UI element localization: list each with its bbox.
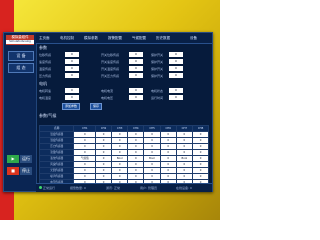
status-devices: 在线设备: 0 — [176, 186, 192, 190]
stop-button[interactable]: ■ — [7, 167, 19, 175]
tab-alarm[interactable]: 报警配置 — [108, 35, 122, 42]
add-param-button[interactable]: 添加参数 — [62, 103, 81, 110]
stop-label: 停止 — [20, 167, 32, 175]
param-value[interactable]: 0 — [129, 59, 143, 64]
motor-label: 电机温度 — [39, 96, 52, 100]
param-value[interactable]: 0 — [129, 52, 143, 57]
param-label: 速度传感 — [39, 60, 52, 64]
param-label: 保护开关 — [151, 67, 164, 71]
param-value[interactable]: 0 — [169, 66, 183, 71]
param-value[interactable]: 0 — [169, 73, 183, 78]
param-row: 温度传感 0 开关温度传感 0 保护开关 0 — [39, 66, 209, 72]
sensor-table: 名称 CH1 CH2 CH3 CH4 CH5 CH6 CH7 CH8 温度传感器… — [38, 125, 209, 186]
run-button[interactable]: ▶ — [7, 155, 19, 163]
motor-value[interactable]: 0 — [169, 95, 183, 100]
main-content: 参数 位移传感 0 开关位移传感 0 保护开关 0 速度传感 0 开关速度传感 … — [38, 45, 210, 186]
tab-motor[interactable]: 电机控制 — [60, 35, 74, 42]
param-row: 位移传感 0 开关位移传感 0 保护开关 0 — [39, 52, 209, 58]
param-row: 压力传感 0 开关压力传感 0 保护开关 0 — [39, 73, 209, 79]
tab-device[interactable]: 设备 — [190, 35, 197, 42]
motor-label: 电机状态 — [151, 89, 164, 93]
tab-history[interactable]: 历史数据 — [156, 35, 170, 42]
motor-value[interactable]: 0 — [129, 95, 143, 100]
stop-icon: ■ — [11, 168, 15, 173]
motor-label: 电机转速 — [39, 89, 52, 93]
param-value[interactable]: 0 — [65, 73, 79, 78]
run-label: 运行 — [20, 155, 32, 163]
sidebar-device-button[interactable]: 设 备 — [8, 51, 34, 61]
play-icon: ▶ — [11, 156, 15, 161]
app-window: 模拟量组件 SimulatorAnalog 设 备 组 态 ▶ 运行 ■ 停止 … — [3, 32, 213, 192]
motor-label: 电机电压 — [101, 96, 114, 100]
motor-label: 电机电流 — [101, 89, 114, 93]
sidebar: 模拟量组件 SimulatorAnalog 设 备 组 态 ▶ 运行 ■ 停止 — [4, 33, 37, 191]
tab-analog[interactable]: 模拟参数 — [84, 35, 98, 42]
section-params-title: 参数 — [39, 45, 47, 50]
tab-climate[interactable]: 气候配置 — [132, 35, 146, 42]
motor-row: 电机温度 0 电机电压 0 运行时间 0 — [39, 95, 209, 101]
app-logo: 模拟量组件 SimulatorAnalog — [6, 35, 34, 45]
param-value[interactable]: 0 — [169, 52, 183, 57]
status-comm: 通讯: 正常 — [106, 186, 120, 190]
param-label: 开关压力传感 — [101, 74, 120, 78]
top-navigation: 主页面 电机控制 模拟参数 报警配置 气候配置 历史数据 设备 — [36, 33, 212, 44]
motor-value[interactable]: 0 — [65, 88, 79, 93]
param-label: 保护开关 — [151, 74, 164, 78]
param-label: 保护开关 — [151, 60, 164, 64]
status-user: 用户: 管理员 — [140, 186, 157, 190]
motor-label: 运行时间 — [151, 96, 164, 100]
motor-value[interactable]: 0 — [169, 88, 183, 93]
motor-value[interactable]: 0 — [129, 88, 143, 93]
param-value[interactable]: 0 — [129, 73, 143, 78]
logo-subtitle: SimulatorAnalog — [6, 40, 34, 44]
status-bar: 正常运行 报警数量: 0 通讯: 正常 用户: 管理员 在线设备: 0 — [36, 183, 212, 192]
param-value[interactable]: 0 — [169, 59, 183, 64]
param-label: 开关位移传感 — [101, 53, 120, 57]
param-label: 开关速度传感 — [101, 60, 120, 64]
param-label: 位移传感 — [39, 53, 52, 57]
status-dot-icon — [39, 186, 42, 189]
param-row: 速度传感 0 开关速度传感 0 保护开关 0 — [39, 59, 209, 65]
save-button[interactable]: 保存 — [90, 103, 103, 110]
param-label: 保护开关 — [151, 53, 164, 57]
param-label: 温度传感 — [39, 67, 52, 71]
param-value[interactable]: 0 — [129, 66, 143, 71]
sidebar-config-button[interactable]: 组 态 — [8, 63, 34, 73]
motor-value[interactable]: 0 — [65, 95, 79, 100]
section-climate-title: 参数/气候 — [39, 113, 57, 118]
param-value[interactable]: 0 — [65, 59, 79, 64]
param-label: 开关温度传感 — [101, 67, 120, 71]
param-label: 压力传感 — [39, 74, 52, 78]
tab-home[interactable]: 主页面 — [39, 35, 50, 42]
param-value[interactable]: 0 — [65, 66, 79, 71]
param-value[interactable]: 0 — [65, 52, 79, 57]
status-alarms: 报警数量: 0 — [70, 186, 86, 190]
status-text: 正常运行 — [43, 186, 56, 190]
section-motor-title: 电机 — [39, 81, 47, 86]
motor-row: 电机转速 0 电机电流 0 电机状态 0 — [39, 88, 209, 94]
status-running: 正常运行 — [39, 185, 55, 191]
